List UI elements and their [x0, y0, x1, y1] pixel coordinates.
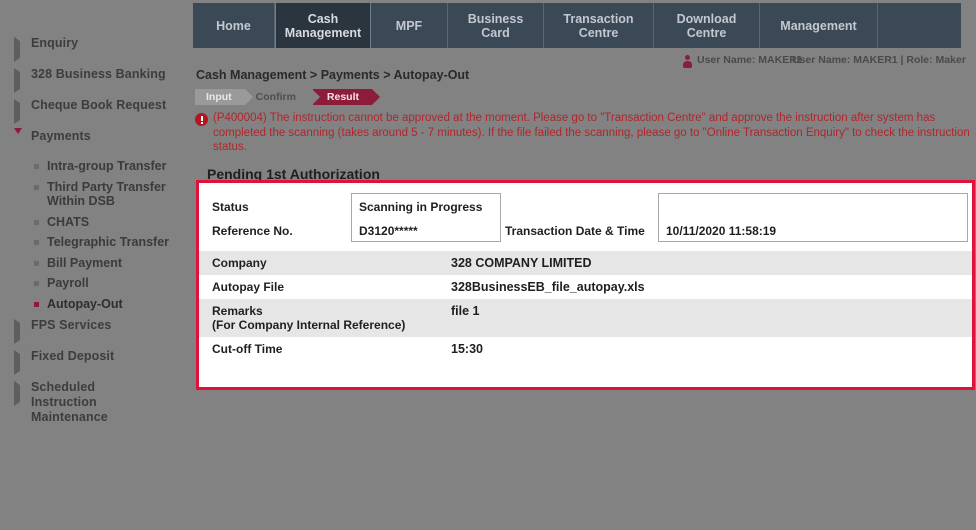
sidebar-item-label: Bill Payment	[47, 255, 123, 270]
sidebar-item-label: CHATS	[47, 214, 90, 229]
table-row: Cut-off Time 15:30	[199, 337, 972, 361]
sidebar-item-bill-payment[interactable]: Bill Payment	[0, 253, 190, 274]
sidebar-item-label: 328 Business Banking	[31, 67, 166, 81]
app-root: Enquiry 328 Business Banking Cheque Book…	[0, 0, 976, 530]
table-row: Remarks (For Company Internal Reference)…	[199, 299, 972, 337]
sidebar-item-label: Cheque Book Request	[31, 98, 167, 112]
bullet-icon	[34, 281, 39, 286]
user-icon	[683, 55, 692, 68]
sidebar-item-label: Enquiry	[31, 36, 79, 50]
tab-home[interactable]: Home	[193, 3, 275, 48]
sidebar-item-enquiry[interactable]: Enquiry	[0, 32, 190, 63]
sidebar: Enquiry 328 Business Banking Cheque Book…	[0, 0, 190, 530]
table-row: Autopay File 328BusinessEB_file_autopay.…	[199, 275, 972, 299]
row-label: Remarks (For Company Internal Reference)	[199, 299, 451, 337]
sidebar-item-label: Third Party Transfer Within DSB	[47, 179, 166, 209]
sidebar-item-intra-group-transfer[interactable]: Intra-group Transfer	[0, 156, 190, 177]
row-label: Cut-off Time	[212, 342, 283, 356]
step-input[interactable]: Input	[195, 89, 253, 105]
sidebar-item-label: Autopay-Out	[47, 296, 123, 311]
row-label: Company	[212, 256, 267, 270]
sidebar-item-label: Payments	[31, 129, 91, 143]
step-indicator: Input Confirm Result	[193, 89, 976, 105]
step-confirm[interactable]: Confirm	[245, 89, 309, 105]
user-role-label: User Name: MAKER1 | Role: Maker	[792, 54, 966, 66]
row-value: file 1	[451, 304, 480, 318]
chevron-right-icon	[14, 319, 24, 344]
content-header: Cash Management > Payments > Autopay-Out…	[193, 68, 976, 182]
user-name-label: User Name: MAKER1	[697, 54, 803, 66]
bullet-icon	[34, 164, 39, 169]
sidebar-item-cheque-book-request[interactable]: Cheque Book Request	[0, 94, 190, 125]
chevron-right-icon	[14, 68, 24, 93]
error-message-text: (P400004) The instruction cannot be appr…	[213, 112, 970, 153]
status-value-box: Scanning in Progress D3120*****	[351, 193, 501, 242]
sidebar-item-label: Fixed Deposit	[31, 349, 115, 363]
sidebar-item-328-business-banking[interactable]: 328 Business Banking	[0, 63, 190, 94]
tab-filler	[878, 3, 961, 48]
sidebar-item-payroll[interactable]: Payroll	[0, 273, 190, 294]
row-value: 15:30	[451, 342, 483, 356]
transaction-datetime-value: 10/11/2020 11:58:19	[666, 224, 777, 238]
row-label: Autopay File	[212, 280, 285, 294]
reference-no-value: D3120*****	[359, 224, 418, 238]
breadcrumb: Cash Management > Payments > Autopay-Out	[196, 68, 470, 82]
sidebar-item-payments[interactable]: Payments	[0, 125, 190, 156]
bullet-icon	[34, 301, 39, 307]
sidebar-item-label: Telegraphic Transfer	[47, 235, 170, 249]
tab-transaction-centre[interactable]: Transaction Centre	[544, 3, 654, 48]
bullet-icon	[34, 219, 39, 225]
chevron-down-icon	[14, 128, 24, 152]
row-value: 328BusinessEB_file_autopay.xls	[451, 280, 645, 294]
sidebar-item-fps-services[interactable]: FPS Services	[0, 314, 190, 345]
result-panel: Status Reference No. Scanning in Progres…	[196, 180, 975, 390]
sidebar-item-label: Scheduled Instruction Maintenance	[31, 380, 108, 424]
sidebar-item-third-party-transfer-within-dsb[interactable]: Third Party Transfer Within DSB	[0, 177, 190, 212]
main-navigation: Home Cash Management MPF Business Card T…	[193, 3, 961, 48]
chevron-right-icon	[14, 350, 24, 375]
sidebar-item-fixed-deposit[interactable]: Fixed Deposit	[0, 345, 190, 376]
sidebar-item-chats[interactable]: CHATS	[0, 212, 190, 233]
chevron-right-icon	[14, 37, 24, 62]
sidebar-item-label: FPS Services	[31, 318, 112, 332]
chevron-right-icon	[14, 381, 24, 406]
bullet-icon	[34, 184, 39, 190]
sidebar-item-scheduled-instruction-maintenance[interactable]: Scheduled Instruction Maintenance	[0, 376, 190, 429]
error-message: (P400004) The instruction cannot be appr…	[193, 111, 976, 155]
status-label: Status	[212, 200, 249, 214]
chevron-right-icon	[14, 99, 24, 124]
bullet-icon	[34, 240, 39, 245]
status-badge: Scanning in Progress	[359, 200, 483, 214]
transaction-datetime-box: 10/11/2020 11:58:19	[658, 193, 968, 242]
sidebar-item-autopay-out[interactable]: Autopay-Out	[0, 294, 190, 315]
tab-business-card[interactable]: Business Card	[448, 3, 544, 48]
sidebar-item-label: Payroll	[47, 276, 89, 290]
bullet-icon	[34, 260, 39, 266]
sidebar-item-label: Intra-group Transfer	[47, 159, 167, 173]
tab-download-centre[interactable]: Download Centre	[654, 3, 760, 48]
summary-row: Status Reference No. Scanning in Progres…	[199, 183, 972, 251]
reference-no-label: Reference No.	[212, 224, 293, 238]
tab-mpf[interactable]: MPF	[371, 3, 448, 48]
transaction-datetime-label: Transaction Date & Time	[505, 224, 645, 238]
row-value: 328 COMPANY LIMITED	[451, 256, 592, 270]
tab-cash-management[interactable]: Cash Management	[275, 3, 371, 48]
row-label-sub: (For Company Internal Reference)	[212, 318, 406, 332]
step-result[interactable]: Result	[311, 89, 381, 105]
table-row: Company 328 COMPANY LIMITED	[199, 251, 972, 275]
tab-management[interactable]: Management	[760, 3, 878, 48]
sidebar-item-telegraphic-transfer[interactable]: Telegraphic Transfer	[0, 232, 190, 253]
row-label-main: Remarks	[212, 304, 263, 318]
error-icon	[195, 113, 208, 126]
